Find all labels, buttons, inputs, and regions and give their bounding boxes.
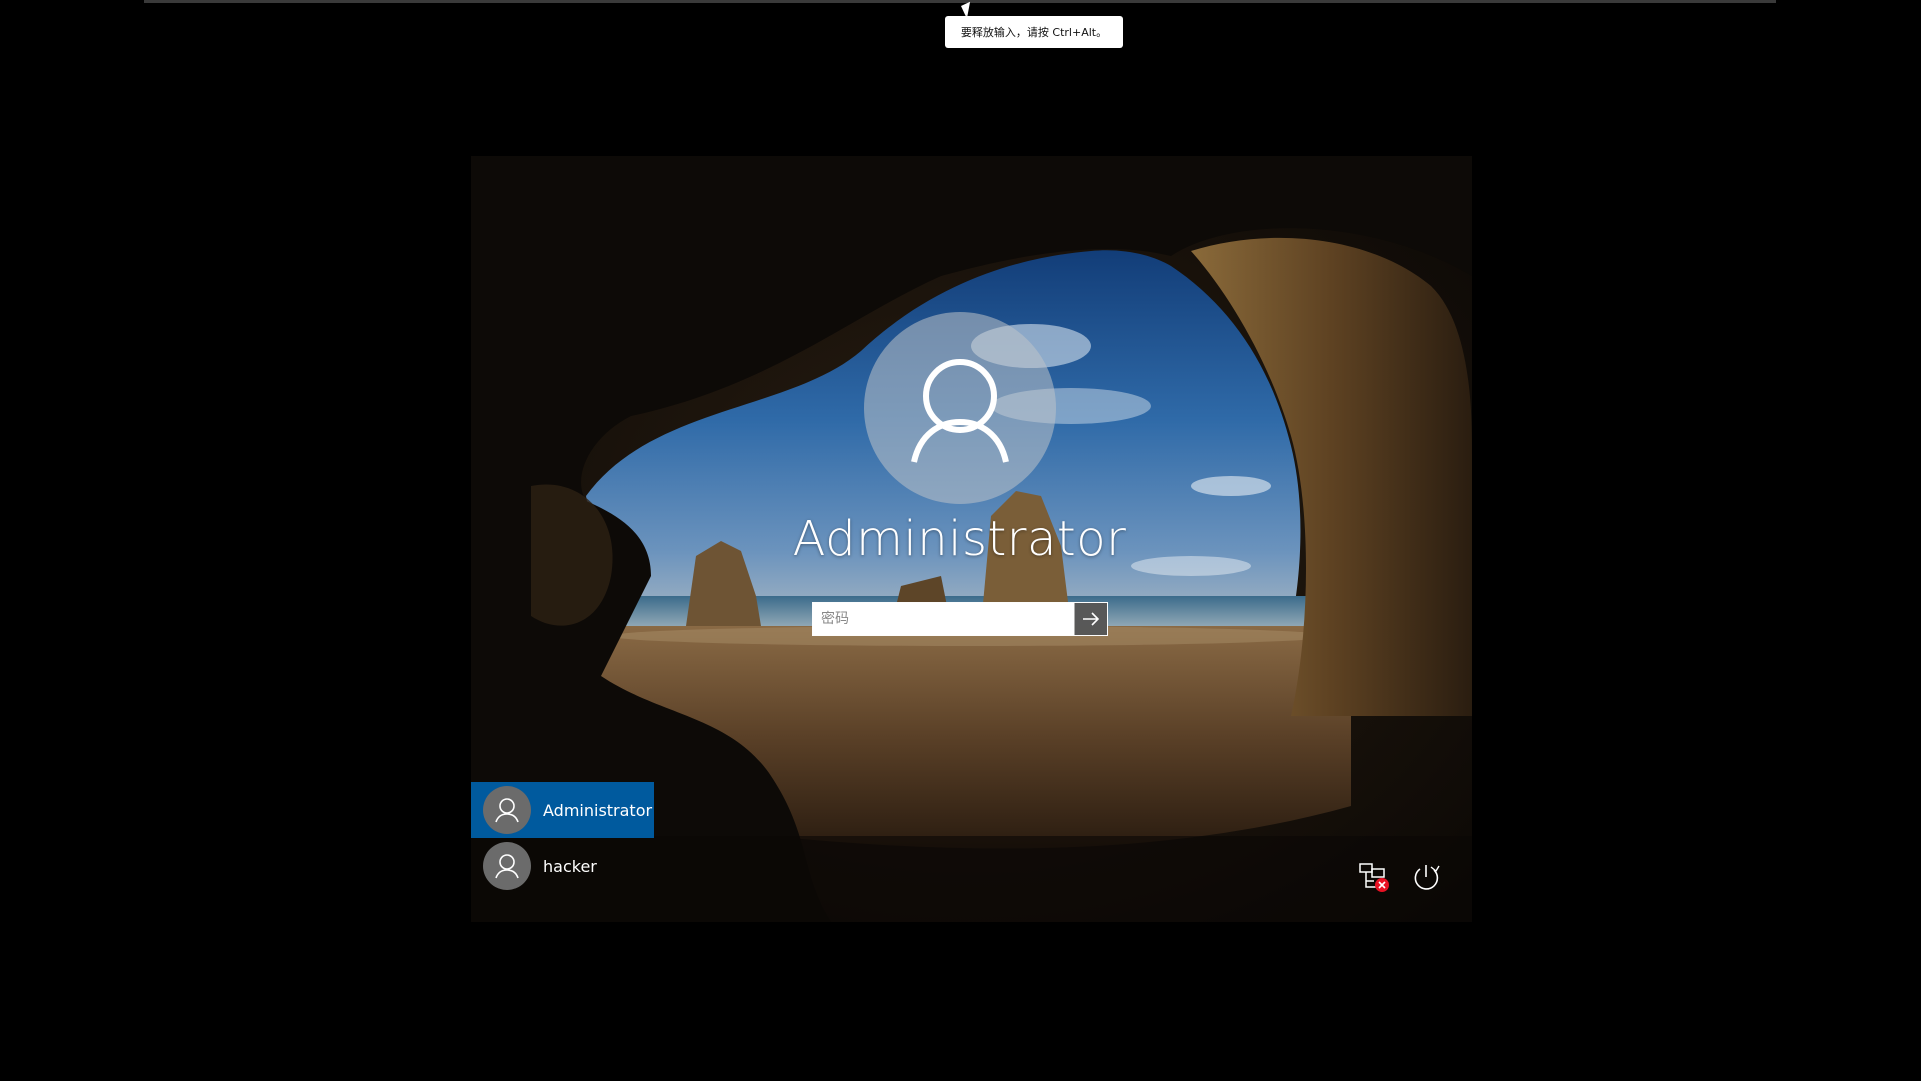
user-avatar-icon xyxy=(483,842,531,890)
user-list: Administrator hacker xyxy=(471,782,654,894)
user-item-hacker[interactable]: hacker xyxy=(471,838,654,894)
power-icon xyxy=(1414,865,1440,890)
user-avatar-icon xyxy=(911,359,1009,463)
power-button[interactable] xyxy=(1410,861,1442,893)
console-top-bar xyxy=(144,0,1776,3)
submit-button[interactable] xyxy=(1074,603,1107,635)
system-icons xyxy=(1358,861,1442,893)
user-avatar-icon xyxy=(483,786,531,834)
user-name-label: hacker xyxy=(543,856,597,876)
release-input-tooltip: 要释放输入，请按 Ctrl+Alt。 xyxy=(945,16,1123,48)
password-input[interactable] xyxy=(813,603,1074,635)
vm-console-screen: 要释放输入，请按 Ctrl+Alt。 Administrator Adminis… xyxy=(0,0,1921,1081)
user-avatar-large xyxy=(864,312,1056,504)
password-box xyxy=(812,602,1108,636)
lock-screen[interactable]: Administrator Administrator hacker xyxy=(471,156,1472,922)
network-disconnected-icon xyxy=(1359,863,1389,892)
selected-username: Administrator xyxy=(792,511,1127,567)
network-button[interactable] xyxy=(1358,861,1390,893)
arrow-right-icon xyxy=(1083,612,1100,626)
user-name-label: Administrator xyxy=(543,800,653,820)
user-item-administrator[interactable]: Administrator xyxy=(471,782,654,838)
